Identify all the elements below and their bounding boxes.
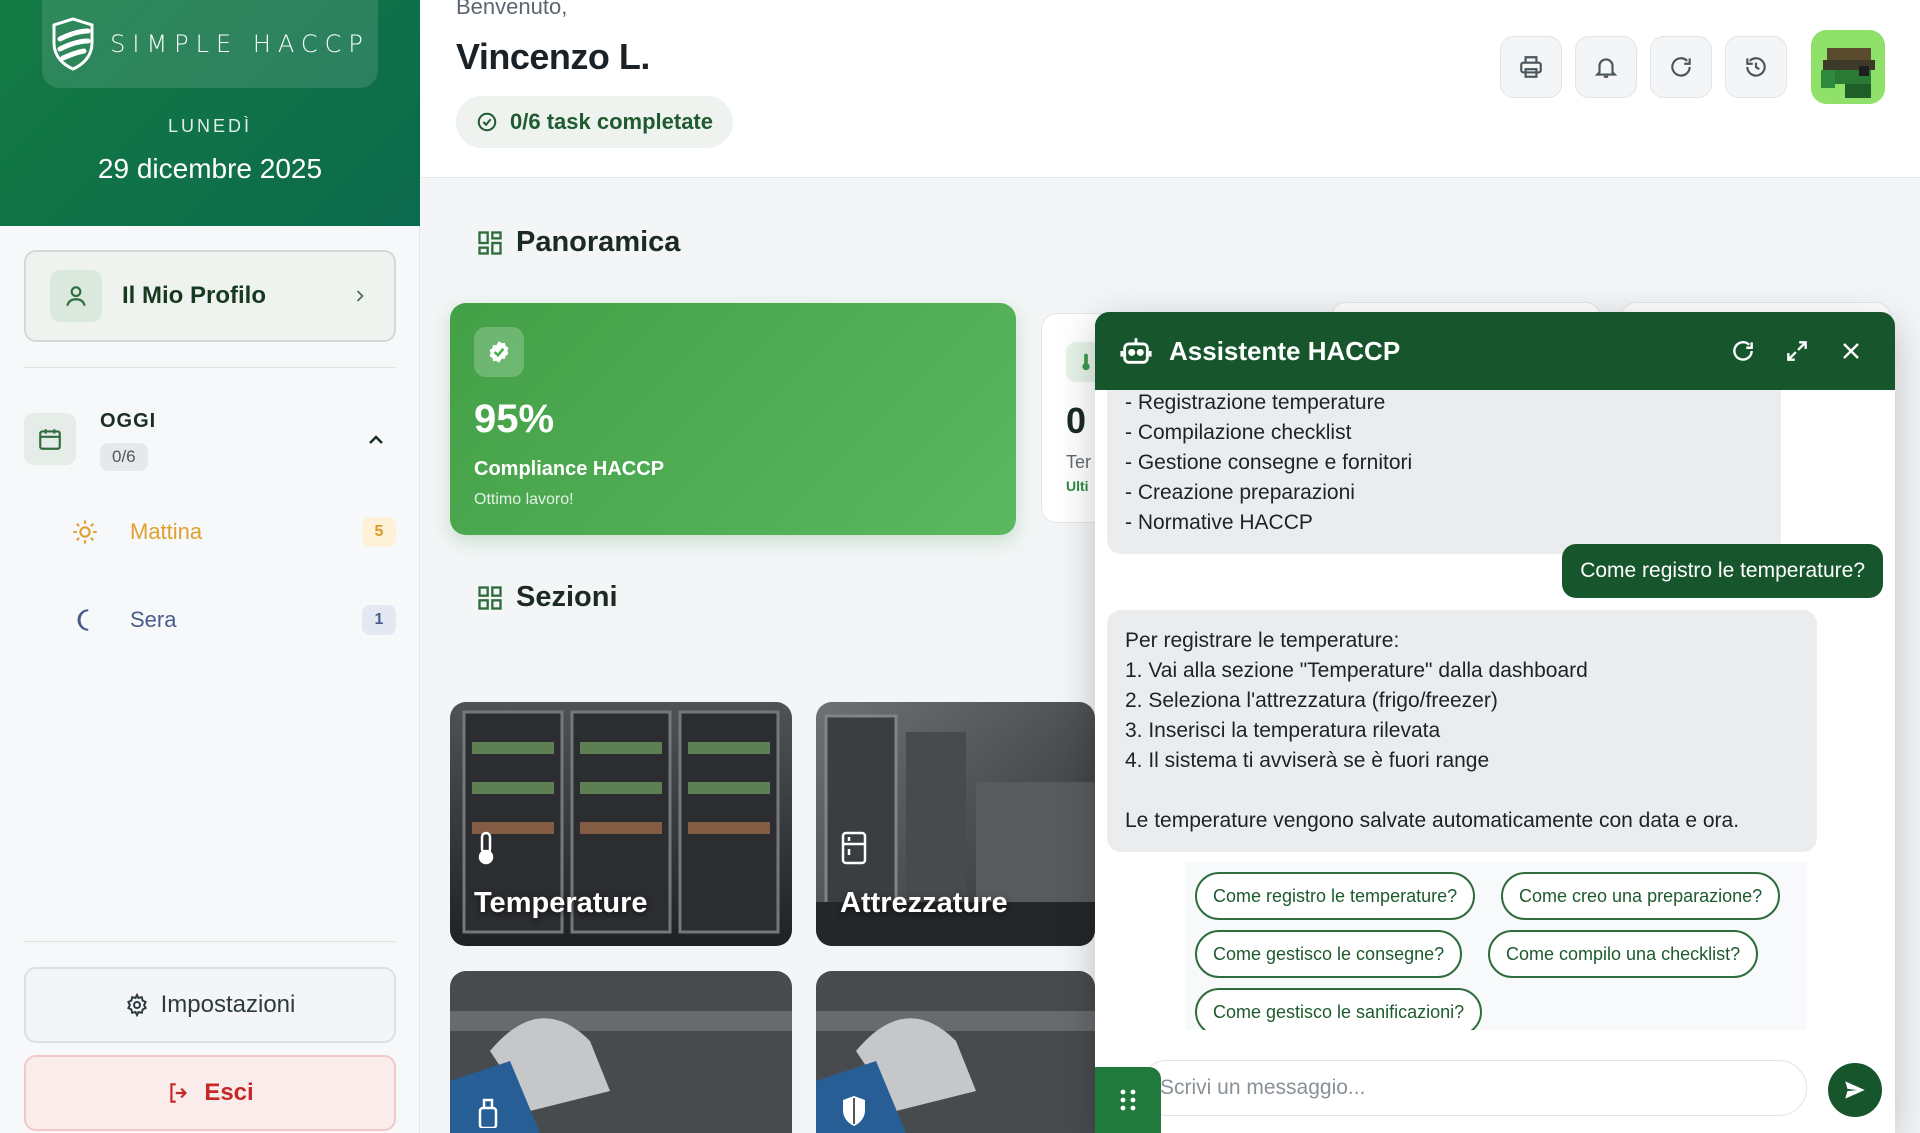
bot-message: Per registrare le temperature: 1. Vai al… [1107, 610, 1817, 852]
check-circle-icon [477, 112, 497, 132]
refresh-icon [1733, 341, 1753, 361]
compliance-subtitle: Ottimo lavoro! [474, 491, 574, 508]
user-icon [50, 270, 102, 322]
sun-icon [70, 518, 100, 546]
stat-label: Ter [1066, 452, 1092, 472]
task-progress-text: 0/6 task completate [510, 109, 713, 134]
suggestion-chip[interactable]: Come registro le temperature? [1195, 872, 1476, 920]
thermometer-icon [474, 831, 498, 870]
current-weekday: LUNEDÌ [167, 116, 252, 136]
bot-message: - Registrazione temperature - Compilazio… [1107, 390, 1781, 554]
shift-morning[interactable]: Mattina 5 [70, 512, 396, 552]
refresh-icon [1671, 57, 1691, 77]
tile-temperature-label: Temperature [474, 887, 648, 919]
tile-safety[interactable] [816, 971, 1095, 1133]
shield-icon [840, 1094, 868, 1133]
compliance-card[interactable]: 95% Compliance HACCP Ottimo lavoro! [450, 303, 1016, 535]
my-profile-label: Il Mio Profilo [122, 282, 266, 309]
logo-text: SIMPLE HACCP [110, 30, 370, 58]
logo: SIMPLE HACCP [42, 0, 378, 88]
my-profile-button[interactable]: Il Mio Profilo [24, 250, 396, 342]
shift-evening-label: Sera [130, 607, 177, 632]
chevron-right-icon [356, 290, 364, 302]
notifications-button[interactable] [1575, 36, 1637, 98]
chevron-up-icon [369, 435, 383, 444]
top-header: Benvenuto, Vincenzo L. 0/6 task completa… [421, 0, 1920, 178]
pixel-avatar-image [1811, 30, 1885, 104]
refresh-button[interactable] [1650, 36, 1712, 98]
moon-icon [70, 607, 100, 633]
suggestion-chip[interactable]: Come gestisco le consegne? [1195, 930, 1463, 978]
stat-subtitle: Ulti [1066, 478, 1089, 494]
settings-label: Impostazioni [160, 991, 296, 1018]
sidebar: SIMPLE HACCP LUNEDÌ 29 dicembre 2025 Il … [0, 0, 420, 1133]
today-label: OGGI [100, 410, 157, 432]
history-icon [1746, 57, 1766, 77]
welcome-text: Benvenuto, [456, 0, 568, 19]
chat-header: Assistente HACCP [1095, 312, 1895, 390]
compliance-label: Compliance HACCP [474, 458, 665, 480]
fridge-icon [840, 831, 868, 870]
chat-composer [1095, 1050, 1895, 1133]
shift-evening-count: 1 [362, 605, 396, 635]
settings-button[interactable]: Impostazioni [24, 967, 396, 1043]
calendar-icon [24, 413, 76, 465]
sidebar-divider [24, 367, 396, 368]
chat-messages: - Registrazione temperature - Compilazio… [1095, 390, 1895, 1030]
close-icon [1843, 343, 1859, 359]
verified-icon [474, 327, 524, 377]
tile-equipment[interactable]: Attrezzature [816, 702, 1095, 946]
tile-sanitation[interactable] [450, 971, 792, 1133]
sections-heading: Sezioni [476, 581, 618, 614]
suggestion-chip[interactable]: Come creo una preparazione? [1501, 872, 1781, 920]
logout-button[interactable]: Esci [24, 1055, 396, 1131]
chat-title: Assistente HACCP [1169, 335, 1401, 366]
grid-icon [478, 585, 502, 610]
robot-icon [1120, 338, 1152, 364]
brand-header: SIMPLE HACCP LUNEDÌ 29 dicembre 2025 [0, 0, 420, 226]
tile-equipment-label: Attrezzature [840, 887, 1008, 919]
shift-morning-label: Mattina [130, 519, 203, 544]
chat-expand-button[interactable] [1777, 331, 1817, 371]
printer-icon [1520, 56, 1542, 78]
today-section-toggle[interactable]: OGGI 0/6 [24, 410, 396, 480]
assistant-chat-panel: Assistente HACCP - Registrazione tempera… [1095, 312, 1895, 1133]
chat-message-input[interactable] [1139, 1060, 1807, 1116]
logout-label: Esci [204, 1079, 254, 1106]
suggestions-panel: Come registro le temperature? Come creo … [1185, 862, 1807, 1030]
shift-evening[interactable]: Sera 1 [70, 600, 396, 640]
current-date: 29 dicembre 2025 [97, 153, 323, 184]
overview-heading: Panoramica [476, 226, 680, 259]
shield-logo-icon [52, 17, 94, 71]
history-button[interactable] [1725, 36, 1787, 98]
bell-icon [1594, 58, 1618, 78]
expand-icon [1787, 341, 1807, 361]
chat-drag-handle[interactable] [1095, 1067, 1161, 1133]
chat-reset-button[interactable] [1723, 331, 1763, 371]
avatar[interactable] [1811, 30, 1885, 104]
spray-icon [474, 1094, 502, 1133]
suggestion-chip[interactable]: Come gestisco le sanificazioni? [1195, 988, 1483, 1030]
today-count-badge: 0/6 [100, 443, 148, 471]
logout-icon [170, 1083, 188, 1103]
send-button[interactable] [1828, 1063, 1882, 1117]
chat-close-button[interactable] [1831, 331, 1871, 371]
dashboard-icon [478, 230, 502, 255]
sections-title: Sezioni [516, 581, 618, 613]
shift-morning-count: 5 [362, 517, 396, 547]
compliance-value: 95% [474, 397, 555, 441]
send-icon [1845, 1081, 1865, 1099]
stat-value: 0 [1066, 400, 1087, 441]
user-message: Come registro le temperature? [1562, 544, 1883, 598]
sidebar-divider [24, 941, 396, 942]
tile-temperature[interactable]: Temperature [450, 702, 792, 946]
drag-dots-icon [1120, 1089, 1136, 1111]
user-name: Vincenzo L. [456, 36, 650, 77]
gear-icon [126, 993, 147, 1017]
suggestion-chip[interactable]: Come compilo una checklist? [1488, 930, 1759, 978]
overview-title: Panoramica [516, 226, 681, 258]
task-progress-pill: 0/6 task completate [456, 96, 733, 148]
print-button[interactable] [1500, 36, 1562, 98]
